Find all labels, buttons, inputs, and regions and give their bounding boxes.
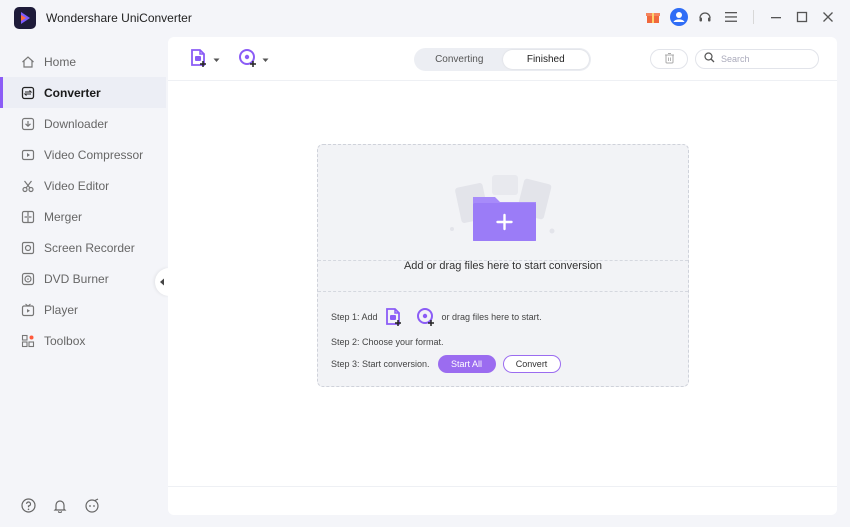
- search-icon: [704, 52, 715, 66]
- menu-icon[interactable]: [721, 6, 741, 28]
- add-file-icon[interactable]: [384, 307, 404, 327]
- scissors-icon: [20, 178, 36, 194]
- sidebar-item-screen-recorder[interactable]: Screen Recorder: [0, 232, 166, 263]
- minimize-icon[interactable]: [766, 6, 786, 28]
- headset-support-icon[interactable]: [695, 6, 715, 28]
- step-1: Step 1: Add or drag files here to start.: [331, 307, 542, 327]
- step-3: Step 3: Start conversion. Start All Conv…: [331, 355, 561, 373]
- sidebar-item-label: Screen Recorder: [44, 240, 135, 255]
- notification-bell-icon[interactable]: [52, 497, 68, 513]
- help-icon[interactable]: [20, 497, 36, 513]
- sidebar-item-toolbox[interactable]: Toolbox: [0, 325, 166, 356]
- converter-icon: [20, 85, 36, 101]
- start-all-button[interactable]: Start All: [437, 355, 496, 373]
- sidebar-item-downloader[interactable]: Downloader: [0, 108, 166, 139]
- sidebar-item-label: Merger: [44, 209, 83, 224]
- download-icon: [20, 116, 36, 132]
- sidebar-item-label: Converter: [44, 85, 101, 100]
- add-files-button[interactable]: [189, 48, 220, 70]
- sidebar: Home Converter Downloader Video Compress…: [0, 42, 166, 527]
- app-logo-icon: [14, 7, 36, 29]
- step-1-text: or drag files here to start.: [441, 312, 542, 322]
- step-2-text: Step 2: Choose your format.: [331, 337, 444, 347]
- compress-icon: [20, 147, 36, 163]
- sidebar-item-label: DVD Burner: [44, 271, 109, 286]
- add-disc-icon: [238, 48, 258, 71]
- sidebar-item-label: Toolbox: [44, 333, 86, 348]
- gift-icon[interactable]: [643, 6, 663, 28]
- account-icon[interactable]: [669, 6, 689, 28]
- folder-add-icon: [448, 173, 558, 243]
- drop-zone-prompt: Add or drag files here to start conversi…: [403, 260, 603, 272]
- title-bar: Wondershare UniConverter: [0, 0, 850, 36]
- status-tabs: Converting Finished: [414, 48, 591, 71]
- step-3-text: Step 3: Start conversion.: [331, 359, 430, 369]
- sidebar-item-label: Home: [44, 54, 77, 69]
- sidebar-item-label: Downloader: [44, 116, 109, 131]
- chevron-down-icon: [213, 52, 220, 66]
- drop-zone-area: [318, 145, 688, 261]
- title-separator: [753, 10, 754, 24]
- sidebar-item-converter[interactable]: Converter: [0, 77, 166, 108]
- sidebar-item-label: Player: [44, 302, 79, 317]
- converter-panel: Converting Finished Search Add or drag f…: [168, 37, 837, 515]
- step-1-label: Step 1: Add: [331, 312, 378, 322]
- sidebar-item-video-compressor[interactable]: Video Compressor: [0, 139, 166, 170]
- sidebar-item-home[interactable]: Home: [0, 46, 166, 77]
- sidebar-item-player[interactable]: Player: [0, 294, 166, 325]
- file-drop-zone[interactable]: Add or drag files here to start conversi…: [317, 144, 689, 387]
- maximize-icon[interactable]: [792, 6, 812, 28]
- load-dvd-button[interactable]: [238, 48, 269, 70]
- bottom-bar-divider: [168, 486, 837, 487]
- close-icon[interactable]: [818, 6, 838, 28]
- add-disc-icon[interactable]: [416, 307, 436, 327]
- trash-icon: [664, 52, 675, 67]
- converter-toolbar: Converting Finished: [168, 37, 837, 81]
- chevron-down-icon: [262, 52, 269, 66]
- sidebar-item-label: Video Editor: [44, 178, 110, 193]
- sidebar-item-label: Video Compressor: [44, 147, 144, 162]
- sidebar-item-dvd-burner[interactable]: DVD Burner: [0, 263, 166, 294]
- grid-icon: [20, 333, 36, 349]
- search-input[interactable]: [721, 54, 811, 64]
- tab-converting[interactable]: Converting: [416, 50, 503, 69]
- tab-finished[interactable]: Finished: [502, 50, 589, 69]
- record-icon: [20, 240, 36, 256]
- app-title: Wondershare UniConverter: [46, 11, 192, 25]
- disc-icon: [20, 271, 36, 287]
- feedback-icon[interactable]: [84, 497, 100, 513]
- step-2: Step 2: Choose your format.: [331, 337, 444, 347]
- search-box: [695, 49, 819, 69]
- merge-icon: [20, 209, 36, 225]
- sidebar-item-video-editor[interactable]: Video Editor: [0, 170, 166, 201]
- sidebar-bottom-icons: [20, 497, 100, 513]
- play-icon: [20, 302, 36, 318]
- drop-zone-divider: [318, 291, 688, 292]
- add-file-icon: [189, 48, 209, 71]
- sidebar-item-merger[interactable]: Merger: [0, 201, 166, 232]
- home-icon: [20, 54, 36, 70]
- convert-button[interactable]: Convert: [502, 355, 561, 373]
- delete-button[interactable]: [650, 49, 688, 69]
